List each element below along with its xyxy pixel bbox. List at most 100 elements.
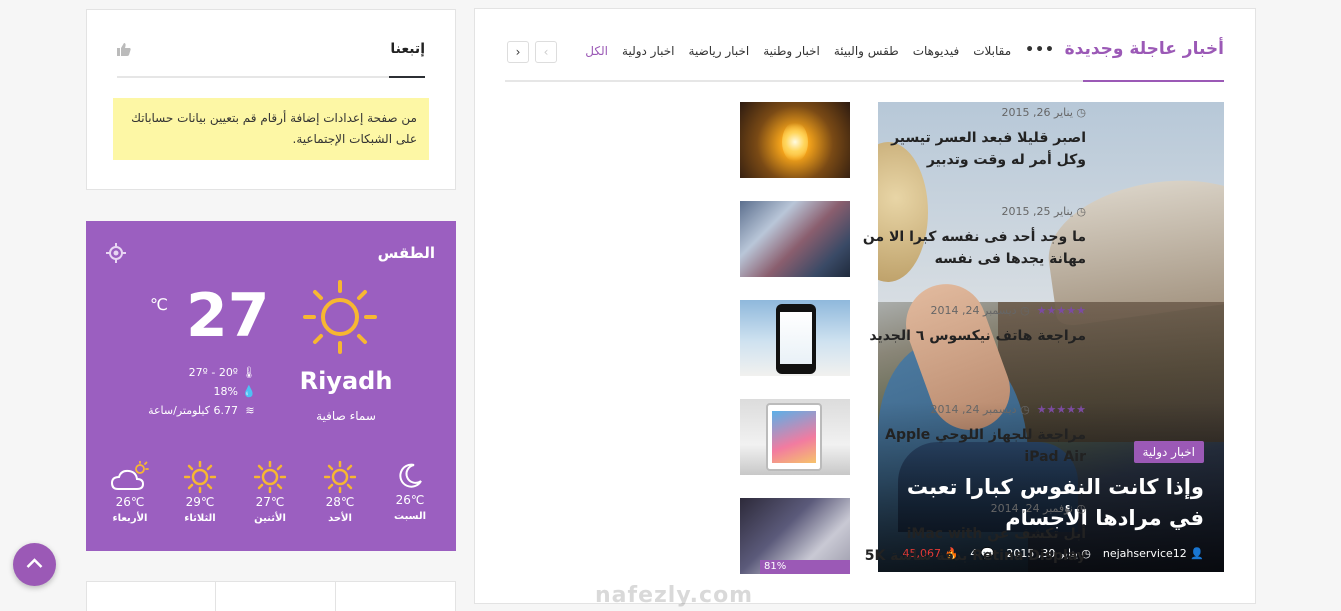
forecast-day: 28℃ الأحد xyxy=(314,461,366,524)
forecast-unit: ℃ xyxy=(270,495,285,509)
more-tabs-icon[interactable]: ••• xyxy=(1025,43,1055,58)
forecast-temp: 28℃ xyxy=(314,495,366,509)
chevron-up-icon xyxy=(26,558,43,568)
forecast-temp: 26℃ xyxy=(384,493,436,507)
post-thumbnail[interactable]: 81% xyxy=(740,498,850,574)
post-date: ★★★★★ ◷ ديسمبر 24, 2014 xyxy=(931,403,1086,416)
droplet-icon: 💧 xyxy=(242,385,256,398)
follow-notice: من صفحة إعدادات إضافة أرقام قم بتعيين بي… xyxy=(113,98,429,160)
forecast-day: 26℃ السبت xyxy=(384,461,436,522)
weather-city: Riyadh xyxy=(299,367,393,395)
forecast-temp-value: 26 xyxy=(395,493,411,507)
author-meta[interactable]: 👤 nejahservice12 xyxy=(1103,547,1204,560)
post-date-text: يناير 26, 2015 xyxy=(1001,106,1073,119)
watermark: nafezly.com xyxy=(595,583,754,608)
tablet-image xyxy=(766,403,822,471)
breaking-news-block: أخبار عاجلة وجديدة الكل اخبار دولية اخبا… xyxy=(474,8,1256,604)
list-item[interactable]: ★★★★★ ◷ ديسمبر 24, 2014 مراجعة هاتف نيكس… xyxy=(740,300,1086,376)
scroll-to-top-button[interactable] xyxy=(13,543,56,586)
post-title[interactable]: أبل تكشف عن iMac with Retina Display بدق… xyxy=(861,523,1086,567)
post-thumbnail[interactable] xyxy=(740,201,850,277)
block-title: أخبار عاجلة وجديدة xyxy=(1064,39,1224,59)
forecast-day-label: الثلاثاء xyxy=(184,513,216,524)
tab-weather[interactable]: طقس والبيئة xyxy=(834,44,899,58)
phone-image xyxy=(776,304,816,374)
wind-speed: ≋ 6.77 كيلومتر/ساعة xyxy=(148,404,256,417)
clock-icon: ◷ xyxy=(1072,205,1086,218)
category-tabs: الكل اخبار دولية اخبار رياضية اخبار وطني… xyxy=(585,43,1055,58)
tab-all[interactable]: الكل xyxy=(585,44,608,58)
user-icon: 👤 xyxy=(1190,547,1204,560)
temperature-range: 🌡 27º - 20º xyxy=(189,366,256,379)
follow-divider-accent xyxy=(389,76,425,78)
forecast-unit: ℃ xyxy=(340,495,355,509)
weather-title: الطقس xyxy=(377,244,435,262)
prev-button[interactable]: ‹ xyxy=(535,41,557,63)
weather-description: سماء صافية xyxy=(316,409,376,423)
post-date: ◷ يناير 25, 2015 xyxy=(1002,205,1086,218)
tab-national[interactable]: اخبار وطنية xyxy=(763,44,820,58)
moon-icon xyxy=(399,463,422,488)
post-title[interactable]: ما وجد أحد فى نفسه كبرا الا من مهانة يجد… xyxy=(861,226,1086,270)
forecast-temp: 26℃ xyxy=(104,495,156,509)
wind-icon: ≋ xyxy=(245,404,255,417)
post-thumbnail[interactable] xyxy=(740,300,850,376)
post-date: ★★★★★ ◷ ديسمبر 24, 2014 xyxy=(931,304,1086,317)
tab-videos[interactable]: فيديوهات xyxy=(913,44,959,58)
featured-category-badge[interactable]: اخبار دولية xyxy=(1133,441,1204,463)
follow-widget: إتبعنا من صفحة إعدادات إضافة أرقام قم بت… xyxy=(86,9,456,190)
wind-text: 6.77 كيلومتر/ساعة xyxy=(148,404,238,417)
phone-screen xyxy=(780,312,812,364)
tab-sports[interactable]: اخبار رياضية xyxy=(689,44,750,58)
sun-icon xyxy=(254,461,286,493)
sun-icon xyxy=(184,461,216,493)
author-name: nejahservice12 xyxy=(1102,547,1187,560)
post-date-text: ديسمبر 24, 2014 xyxy=(930,304,1017,317)
forecast-day-label: الأحد xyxy=(328,513,352,524)
sun-icon xyxy=(303,280,377,354)
humidity-text: 18% xyxy=(213,385,238,398)
forecast-unit: ℃ xyxy=(130,495,145,509)
list-item[interactable]: ◷ يناير 26, 2015 اصبر قليلا فبعد العسر ت… xyxy=(740,102,1086,178)
list-item[interactable]: ★★★★★ ◷ ديسمبر 24, 2014 مراجعة للجهاز ال… xyxy=(740,399,1086,475)
forecast-day: 29℃ الثلاثاء xyxy=(174,461,226,524)
clock-icon: ◷ xyxy=(1016,304,1030,317)
clock-icon: ◷ xyxy=(1016,403,1030,416)
forecast-day-label: السبت xyxy=(393,511,427,522)
post-title[interactable]: مراجعة هاتف نيكسوس ٦ الجديد xyxy=(861,325,1086,347)
follow-title: إتبعنا xyxy=(390,41,425,57)
post-title[interactable]: اصبر قليلا فبعد العسر تيسير وكل أمر له و… xyxy=(861,127,1086,171)
weather-widget: الطقس Riyadh سماء صافية 27 ℃ 🌡27º - 20º … xyxy=(86,221,456,551)
sun-icon xyxy=(324,461,356,493)
tabs-widget xyxy=(86,581,456,611)
post-thumbnail[interactable] xyxy=(740,399,850,475)
tab-international[interactable]: اخبار دولية xyxy=(622,44,675,58)
thermometer-icon: 🌡 xyxy=(242,366,256,379)
current-temperature: 27 xyxy=(186,281,270,351)
list-item[interactable]: 81% ◷ نوفمبر 24, 2014 أبل تكشف عن iMac w… xyxy=(740,498,1086,574)
list-item[interactable]: ◷ يناير 25, 2015 ما وجد أحد فى نفسه كبرا… xyxy=(740,201,1086,277)
clock-icon: ◷ xyxy=(1072,106,1086,119)
forecast-temp: 29℃ xyxy=(174,495,226,509)
post-thumbnail[interactable] xyxy=(740,102,850,178)
post-date: ◷ يناير 26, 2015 xyxy=(1002,106,1086,119)
post-title[interactable]: مراجعة للجهاز اللوحي Apple iPad Air xyxy=(861,424,1086,468)
forecast-day-label: الأثنين xyxy=(254,513,286,524)
thumbs-up-icon xyxy=(117,43,131,56)
locate-icon[interactable] xyxy=(106,243,126,263)
forecast-unit: ℃ xyxy=(200,495,215,509)
temperature-unit: ℃ xyxy=(150,295,168,314)
tab-divider xyxy=(215,582,216,611)
tablet-screen xyxy=(772,411,816,463)
post-date-text: ديسمبر 24, 2014 xyxy=(930,403,1017,416)
follow-divider xyxy=(117,76,425,78)
next-button[interactable]: › xyxy=(507,41,529,63)
cloud-sun-icon xyxy=(110,461,149,490)
title-divider-accent xyxy=(1083,80,1224,82)
humidity: 💧 18% xyxy=(214,385,256,398)
sunset-glow xyxy=(782,122,808,162)
tab-interviews[interactable]: مقابلات xyxy=(973,44,1011,58)
forecast-temp: 27℃ xyxy=(244,495,296,509)
forecast-day-label: الأربعاء xyxy=(112,513,148,524)
post-date: ◷ نوفمبر 24, 2014 xyxy=(991,502,1086,515)
